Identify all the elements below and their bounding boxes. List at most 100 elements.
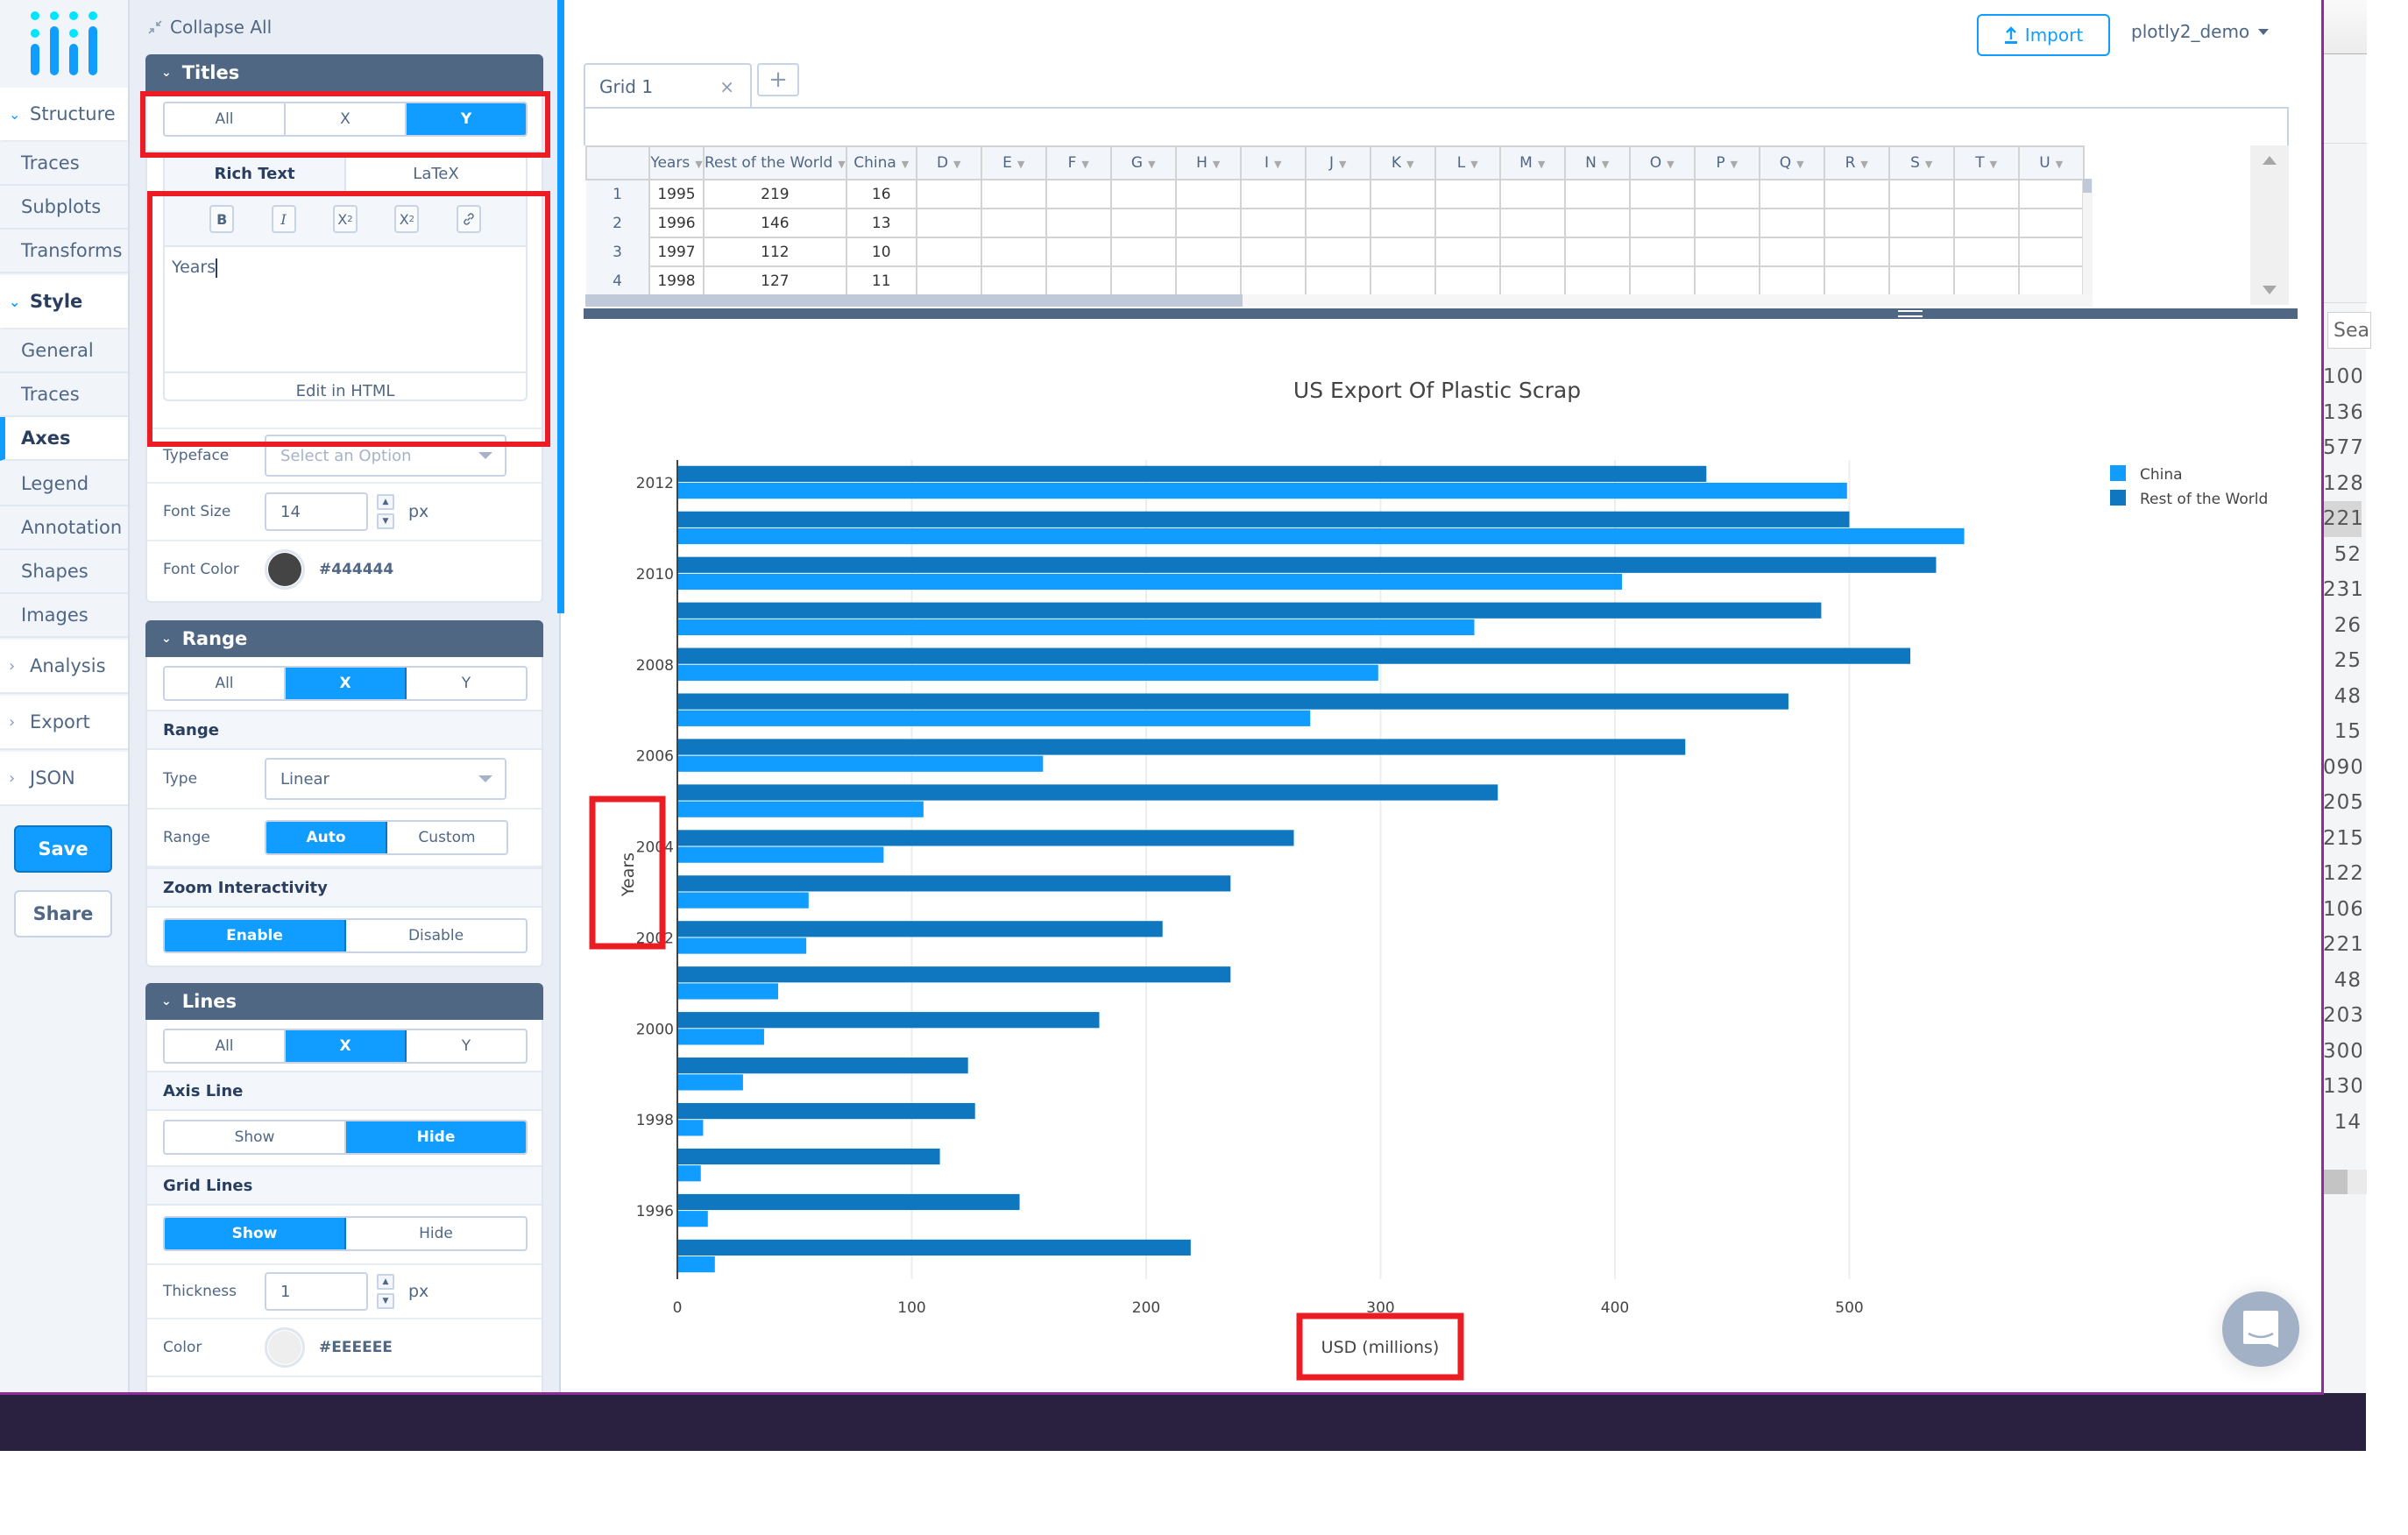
column-header[interactable]: O ▼ <box>1628 145 1696 180</box>
grid-cell[interactable]: 16 <box>845 179 917 209</box>
chat-button[interactable] <box>2222 1291 2299 1367</box>
tab-latex[interactable]: LaTeX <box>346 156 526 191</box>
grid-cell[interactable] <box>1758 265 1825 296</box>
scroll-up-icon[interactable] <box>2263 156 2277 165</box>
grid-cell[interactable] <box>1239 208 1307 238</box>
grid-cell[interactable] <box>1109 265 1177 296</box>
save-button[interactable]: Save <box>14 825 112 873</box>
grid-cell[interactable] <box>1952 208 2020 238</box>
import-button[interactable]: Import <box>1977 14 2110 56</box>
column-menu-icon[interactable]: ▼ <box>1274 159 1281 170</box>
titles-section-header[interactable]: ⌄ Titles <box>145 54 543 91</box>
grid-cell[interactable] <box>1498 265 1566 296</box>
grid-cell[interactable] <box>2017 265 2085 296</box>
grid-cell[interactable] <box>1693 265 1760 296</box>
bar-rest-of-world[interactable] <box>677 1148 940 1165</box>
nav-group-structure[interactable]: ⌄ Structure <box>0 88 128 140</box>
sidebar-item-traces-style[interactable]: Traces <box>0 373 128 417</box>
column-header[interactable]: J ▼ <box>1304 145 1371 180</box>
bar-china[interactable] <box>677 573 1623 591</box>
grid-cell[interactable]: 11 <box>845 265 917 296</box>
column-header[interactable]: Q ▼ <box>1758 145 1825 180</box>
column-header[interactable]: China ▼ <box>845 145 917 180</box>
column-menu-icon[interactable]: ▼ <box>1148 159 1155 170</box>
legend-swatch-rest-of-world[interactable] <box>2110 490 2126 506</box>
share-button[interactable]: Share <box>14 890 112 937</box>
link-button[interactable] <box>456 205 481 233</box>
x-axis-title[interactable]: USD (millions) <box>1321 1338 1440 1357</box>
bar-rest-of-world[interactable] <box>677 1193 1020 1211</box>
column-header[interactable]: S ▼ <box>1887 145 1955 180</box>
column-menu-icon[interactable]: ▼ <box>1925 159 1932 170</box>
bar-china[interactable] <box>677 1211 708 1227</box>
sidebar-item-traces[interactable]: Traces <box>0 142 128 186</box>
grid-cell[interactable] <box>1563 208 1631 238</box>
row-number[interactable]: 1 <box>586 180 650 209</box>
lines-section-header[interactable]: ⌄ Lines <box>145 983 543 1020</box>
close-icon[interactable]: × <box>719 76 734 97</box>
grid-cell[interactable] <box>1174 208 1242 238</box>
sidebar-item-general[interactable]: General <box>0 329 128 373</box>
sidebar-item-legend[interactable]: Legend <box>0 463 128 506</box>
bar-rest-of-world[interactable] <box>677 966 1231 983</box>
bar-rest-of-world[interactable] <box>677 921 1163 937</box>
grid-inner-scrollbar[interactable] <box>2082 179 2093 307</box>
grid-cell[interactable] <box>1174 237 1242 267</box>
grid-lines-hide[interactable]: Hide <box>346 1218 526 1249</box>
grid-cell[interactable]: 13 <box>845 208 917 238</box>
row-number[interactable]: 3 <box>586 237 650 266</box>
grid-cell[interactable] <box>1304 237 1371 267</box>
column-menu-icon[interactable]: ▼ <box>1081 159 1088 170</box>
lines-axis-y[interactable]: Y <box>407 1030 526 1062</box>
superscript-button[interactable]: X2 <box>394 205 420 233</box>
zoom-enable[interactable]: Enable <box>165 920 346 951</box>
bar-rest-of-world[interactable] <box>677 556 1937 573</box>
axis-line-hide[interactable]: Hide <box>346 1121 526 1153</box>
grid-cell[interactable] <box>915 179 982 209</box>
grid-cell[interactable] <box>1369 237 1436 267</box>
grid-cell[interactable] <box>1174 179 1242 209</box>
bar-china[interactable] <box>677 846 884 863</box>
grid-cell[interactable] <box>1434 265 1501 296</box>
grid-cell[interactable] <box>1434 208 1501 238</box>
sidebar-item-annotation[interactable]: Annotation <box>0 506 128 550</box>
background-search-input[interactable]: Sea <box>2327 312 2371 349</box>
grid-cell[interactable] <box>1498 179 1566 209</box>
grid-cell[interactable] <box>1887 179 1955 209</box>
grid-cell[interactable] <box>1693 208 1760 238</box>
column-menu-icon[interactable]: ▼ <box>902 159 909 170</box>
grid-cell[interactable] <box>1758 237 1825 267</box>
grid-cell[interactable] <box>1952 265 2020 296</box>
column-header[interactable]: D ▼ <box>915 145 982 180</box>
column-menu-icon[interactable]: ▼ <box>1017 159 1024 170</box>
axis-line-show[interactable]: Show <box>165 1121 346 1153</box>
bar-china[interactable] <box>677 664 1378 681</box>
decrement-button[interactable]: ▼ <box>377 1293 394 1309</box>
grid-cell[interactable] <box>1693 179 1760 209</box>
grid-cell[interactable] <box>915 265 982 296</box>
grid-cell[interactable] <box>2017 179 2085 209</box>
column-menu-icon[interactable]: ▼ <box>1860 159 1867 170</box>
column-header[interactable]: I ▼ <box>1239 145 1307 180</box>
grid-cell[interactable]: 127 <box>703 265 847 296</box>
column-menu-icon[interactable]: ▼ <box>1213 159 1220 170</box>
bar-rest-of-world[interactable] <box>677 1239 1191 1256</box>
bar-rest-of-world[interactable] <box>677 739 1686 755</box>
bar-rest-of-world[interactable] <box>677 465 1707 482</box>
bar-china[interactable] <box>677 892 809 909</box>
range-auto[interactable]: Auto <box>266 822 387 853</box>
grid-cell[interactable]: 1997 <box>648 237 705 267</box>
scroll-down-icon[interactable] <box>2263 286 2277 294</box>
grid-cell[interactable] <box>1498 208 1566 238</box>
bar-china[interactable] <box>677 1029 764 1045</box>
column-menu-icon[interactable]: ▼ <box>1731 159 1738 170</box>
grid-cell[interactable] <box>1628 237 1696 267</box>
column-header[interactable]: G ▼ <box>1109 145 1177 180</box>
nav-group-json[interactable]: › JSON <box>0 752 128 806</box>
bar-china[interactable] <box>677 1120 704 1136</box>
grid-cell[interactable] <box>1758 208 1825 238</box>
font-size-input[interactable]: 14 <box>265 492 368 531</box>
grid-cell[interactable] <box>2017 208 2085 238</box>
grid-cell[interactable] <box>1174 265 1242 296</box>
bar-rest-of-world[interactable] <box>677 602 1822 619</box>
